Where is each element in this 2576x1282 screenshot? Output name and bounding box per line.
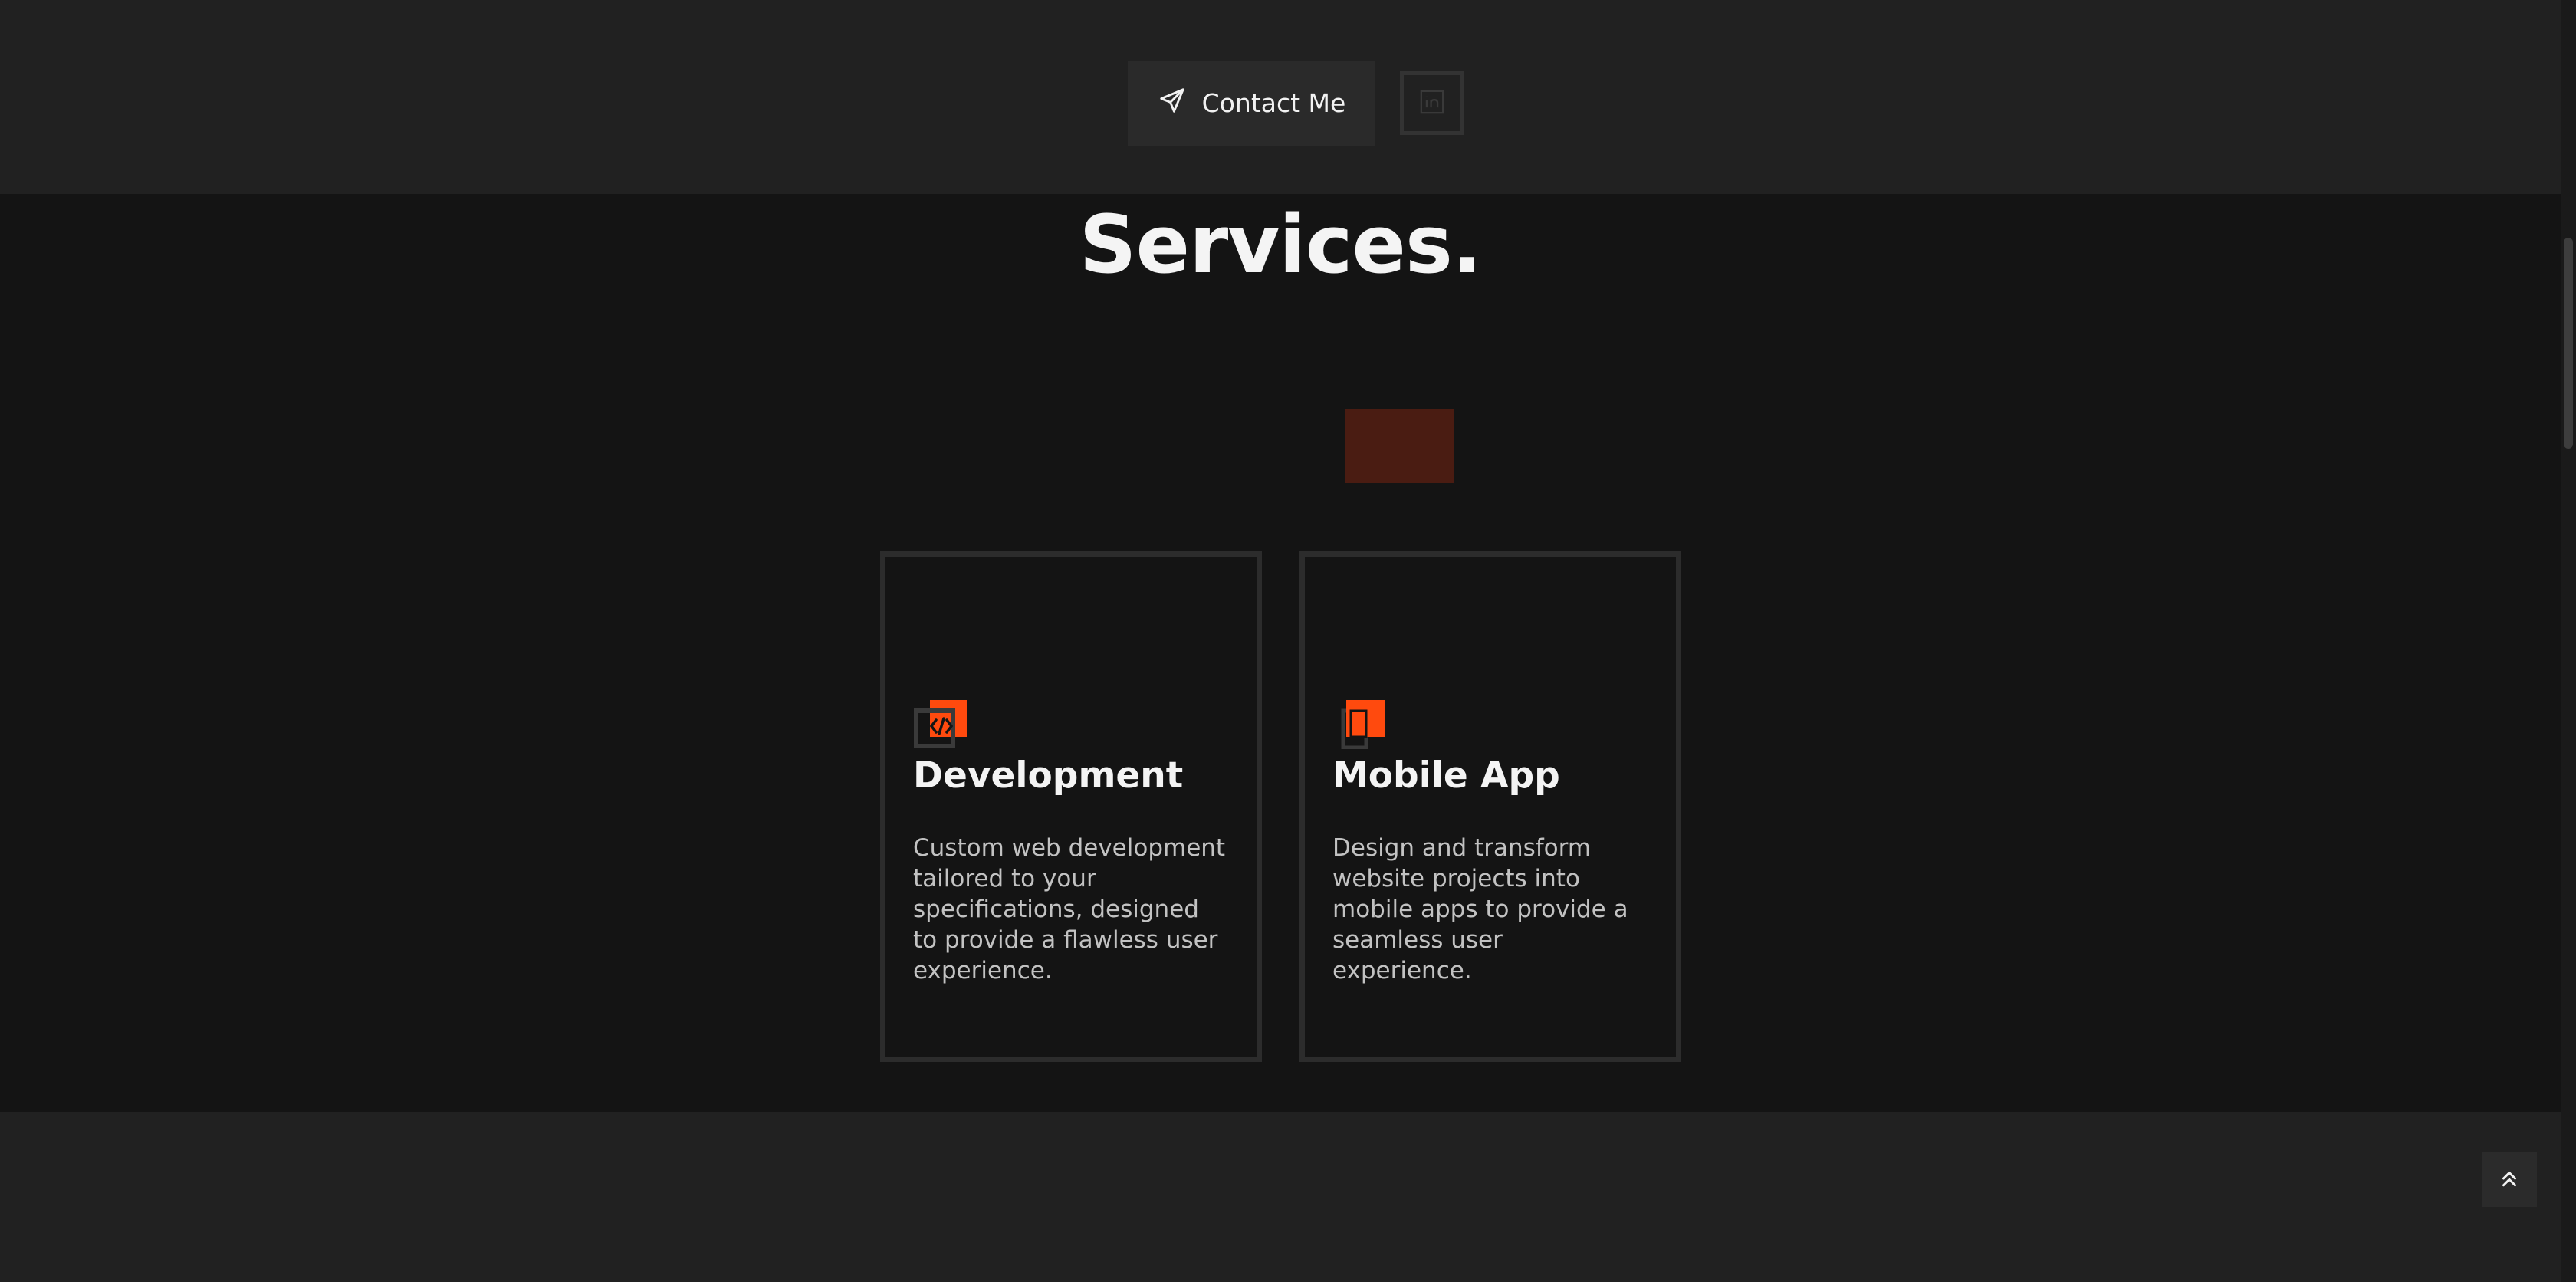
card-title: Mobile App — [1332, 754, 1560, 797]
next-section — [0, 1112, 2561, 1282]
code-icon — [913, 700, 967, 749]
send-icon — [1158, 86, 1187, 121]
service-card-mobile-app: Mobile App Design and transform website … — [1300, 551, 1681, 1062]
services-section — [0, 194, 2561, 1112]
scrollbar[interactable] — [2561, 0, 2576, 1282]
contact-me-button[interactable]: Contact Me — [1128, 61, 1375, 146]
mobile-icon — [1332, 700, 1386, 750]
service-card-development: Development Custom web development tailo… — [880, 551, 1262, 1062]
title-highlight — [1346, 409, 1454, 483]
scrollbar-thumb[interactable] — [2564, 238, 2573, 449]
linkedin-icon — [1419, 89, 1445, 118]
card-title: Development — [913, 754, 1184, 797]
linkedin-button[interactable] — [1400, 71, 1464, 135]
back-to-top-button[interactable] — [2482, 1152, 2537, 1207]
contact-me-label: Contact Me — [1201, 88, 1346, 118]
hero-actions: Contact Me — [0, 0, 2561, 194]
services-title: Services. — [1079, 198, 1483, 291]
card-description: Design and transform website projects in… — [1332, 834, 1628, 985]
card-description: Custom web development tailored to your … — [913, 834, 1226, 985]
double-chevron-up-icon — [2498, 1167, 2521, 1192]
